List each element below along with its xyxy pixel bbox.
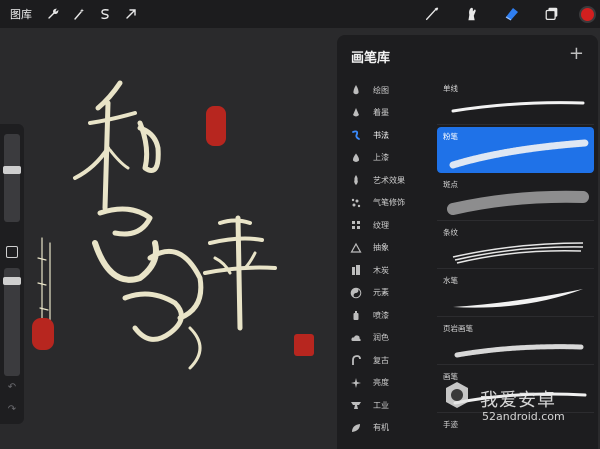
cloud-icon	[349, 331, 363, 345]
triangle-icon	[349, 241, 363, 255]
undo-icon[interactable]: ↶	[6, 382, 18, 394]
set-painting[interactable]: 上漆	[337, 147, 435, 169]
set-touchups[interactable]: 润色	[337, 327, 435, 349]
sparkle-icon	[349, 376, 363, 390]
set-sketching[interactable]: 绘图	[337, 79, 435, 101]
set-label: 着墨	[373, 108, 389, 117]
set-label: 抽象	[373, 243, 389, 252]
set-vintage[interactable]: 复古	[337, 349, 435, 371]
set-label: 木炭	[373, 265, 389, 275]
retro-icon	[349, 353, 363, 367]
spray-can-icon	[349, 308, 363, 322]
paint-drop-icon	[349, 151, 363, 165]
set-label: 亮度	[373, 378, 389, 387]
ink-drop-icon	[349, 106, 363, 120]
brush-stroke-preview	[453, 289, 583, 308]
watermark-logo-icon	[446, 382, 468, 408]
brush-stroke-preview	[449, 139, 589, 169]
wrench-icon[interactable]	[42, 3, 64, 25]
modify-button[interactable]	[6, 246, 18, 258]
top-toolbar: 图库	[0, 0, 600, 28]
selection-icon[interactable]	[94, 3, 116, 25]
brush-label: 手迹	[443, 420, 458, 429]
flame-icon	[349, 173, 363, 187]
calligraphy-artwork	[32, 80, 314, 370]
set-artistic[interactable]: 艺术效果	[337, 169, 435, 191]
set-label: 工业	[373, 400, 389, 410]
color-picker-button[interactable]	[579, 5, 596, 23]
leaf-icon	[349, 421, 363, 435]
smudge-icon[interactable]	[459, 1, 485, 27]
set-elements[interactable]: 元素	[337, 282, 435, 304]
set-charcoals[interactable]: 木炭	[337, 259, 435, 281]
panel-title: 画笔库	[351, 51, 391, 66]
add-brush-button[interactable]: +	[569, 43, 584, 64]
opacity-thumb[interactable]	[3, 277, 21, 285]
set-label: 纹理	[373, 220, 389, 230]
brush-item-water-pen[interactable]: 水笔	[437, 271, 594, 317]
yin-yang-icon	[349, 286, 363, 300]
set-textures[interactable]: 纹理	[337, 214, 435, 236]
texture-icon	[349, 218, 363, 232]
set-label: 绘图	[373, 85, 389, 95]
magic-wand-icon[interactable]	[68, 3, 90, 25]
set-label: 润色	[373, 333, 389, 342]
brush-item-monoline[interactable]: 单线	[437, 79, 594, 125]
layers-icon[interactable]	[539, 1, 565, 27]
set-inking[interactable]: 着墨	[337, 102, 435, 124]
watermark-url: 52android.com	[482, 410, 565, 423]
set-luminance[interactable]: 亮度	[337, 372, 435, 394]
drop-icon	[349, 83, 363, 97]
brush-item-stripes[interactable]: 条纹	[437, 223, 594, 269]
brush-stroke-preview	[452, 242, 584, 264]
brush-item-chalk[interactable]: 粉笔	[437, 127, 594, 173]
set-organic[interactable]: 有机	[337, 417, 435, 439]
set-label: 喷漆	[373, 310, 389, 320]
brush-item-shale-brush[interactable]: 页岩画笔	[437, 319, 594, 365]
set-airbrushing[interactable]: 气笔修饰	[337, 192, 435, 214]
set-abstract[interactable]: 抽象	[337, 237, 435, 259]
brush-stroke-preview	[447, 190, 589, 215]
anvil-icon	[349, 398, 363, 412]
set-label: 复古	[373, 355, 389, 365]
set-label: 有机	[373, 423, 389, 432]
redo-icon[interactable]: ↷	[6, 404, 18, 416]
brush-stroke-preview	[454, 344, 584, 358]
transform-arrow-icon[interactable]	[120, 3, 142, 25]
airbrush-icon	[349, 196, 363, 210]
set-calligraphy[interactable]: 书法	[337, 124, 435, 146]
brush-set-list: 绘图 着墨 书法 上漆 艺术效果 气笔修饰 纹理 抽象 木炭 元素 喷漆 润色 …	[337, 79, 435, 449]
set-label: 元素	[373, 288, 389, 297]
brush-icon[interactable]	[419, 1, 445, 27]
eraser-icon[interactable]	[499, 1, 525, 27]
brush-item-blotch[interactable]: 斑点	[437, 175, 594, 221]
calligraphy-icon	[349, 128, 363, 142]
watermark-text: 我爱安卓	[480, 390, 556, 411]
gallery-button[interactable]: 图库	[10, 6, 32, 22]
set-spraypaints[interactable]: 喷漆	[337, 304, 435, 326]
set-label: 艺术效果	[373, 175, 405, 185]
side-toolbar: ↶ ↷	[0, 124, 24, 424]
brush-size-thumb[interactable]	[3, 166, 21, 174]
brush-stroke-preview	[451, 101, 585, 113]
set-label: 上漆	[373, 153, 389, 162]
brush-size-slider[interactable]	[4, 134, 20, 222]
set-label: 书法	[373, 130, 389, 140]
charcoal-icon	[349, 263, 363, 277]
set-label: 气笔修饰	[373, 198, 405, 207]
set-industrial[interactable]: 工业	[337, 394, 435, 416]
